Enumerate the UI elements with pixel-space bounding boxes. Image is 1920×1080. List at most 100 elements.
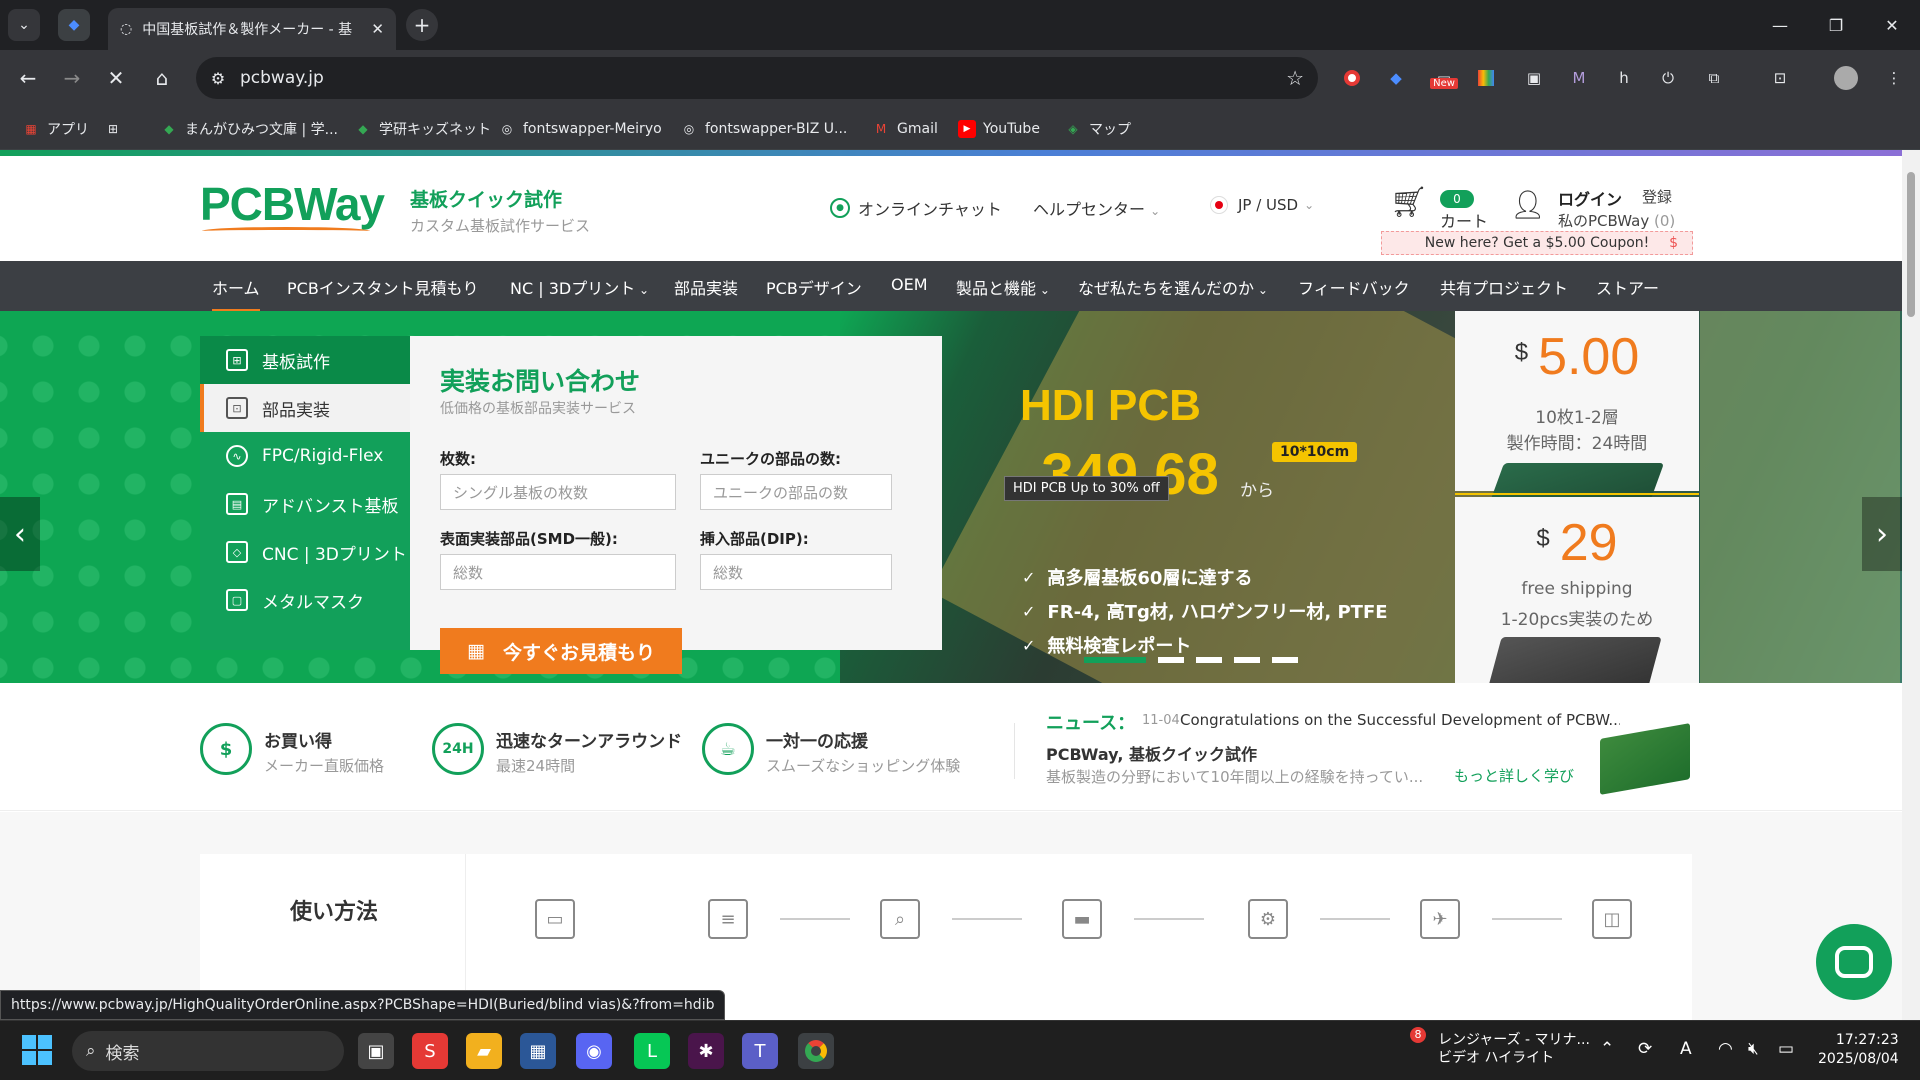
sync-icon[interactable]: ⟳ bbox=[1638, 1039, 1652, 1059]
bookmark-gmail[interactable]: M Gmail bbox=[872, 118, 938, 140]
teams-icon[interactable]: T bbox=[742, 1033, 778, 1069]
new-tab-button[interactable]: + bbox=[406, 9, 438, 41]
restore-icon[interactable]: ❐ bbox=[1808, 0, 1864, 50]
online-chat-link[interactable]: ● オンラインチャット bbox=[830, 196, 1002, 220]
color-extension-icon[interactable] bbox=[1472, 64, 1500, 92]
carousel-dot[interactable] bbox=[1234, 657, 1260, 663]
dip-input[interactable]: 総数 bbox=[700, 554, 892, 590]
nav-products-features[interactable]: 製品と機能 ⌄ bbox=[956, 275, 1050, 299]
close-tab-icon[interactable]: ✕ bbox=[371, 20, 384, 38]
carousel-dot[interactable] bbox=[1272, 657, 1298, 663]
tray-chevron-up-icon[interactable]: ⌃ bbox=[1600, 1039, 1614, 1059]
live-chat-button[interactable] bbox=[1816, 924, 1892, 1000]
back-arrow-icon[interactable]: ← bbox=[12, 62, 44, 94]
stop-loading-icon[interactable]: ✕ bbox=[100, 62, 132, 94]
pcbway-logo[interactable]: PCBWay bbox=[200, 177, 385, 231]
bookmark-fontswapper-meiryo[interactable]: ◎ fontswapper-Meiryo bbox=[498, 118, 662, 140]
user-icon[interactable]: 👤︎ bbox=[1510, 188, 1546, 224]
scrollbar-thumb[interactable] bbox=[1907, 172, 1915, 317]
news-headline-link[interactable]: Congratulations on the Successful Develo… bbox=[1180, 711, 1620, 729]
h-extension-icon[interactable]: h bbox=[1610, 64, 1638, 92]
help-center-dropdown[interactable]: ヘルプセンター ⌄ bbox=[1033, 196, 1160, 220]
carousel-dot[interactable] bbox=[1158, 657, 1184, 663]
page-scrollbar[interactable] bbox=[1902, 150, 1920, 1020]
nav-why-us[interactable]: なぜ私たちを選んだのか ⌄ bbox=[1078, 275, 1268, 299]
side-menu-stencil[interactable]: ▢ メタルマスク bbox=[200, 576, 410, 624]
coupon-banner[interactable]: New here? Get a $5.00 Coupon! $ bbox=[1381, 231, 1693, 255]
tab-manager-extension-icon[interactable]: ▣ bbox=[1520, 64, 1548, 92]
nav-oem[interactable]: OEM bbox=[891, 275, 928, 294]
record-extension-icon[interactable] bbox=[1338, 64, 1366, 92]
menu-kebab-icon[interactable]: ⋮ bbox=[1880, 64, 1908, 92]
nav-instant-quote[interactable]: PCBインスタント見積もり bbox=[287, 275, 478, 299]
windows-start-icon[interactable] bbox=[22, 1035, 52, 1065]
carousel-dot[interactable] bbox=[1196, 657, 1222, 663]
battery-icon[interactable]: ▭ bbox=[1778, 1039, 1794, 1059]
promo-card-assembly[interactable]: $29 free shipping 1-20pcs実装のため bbox=[1455, 497, 1699, 683]
my-pcbway-link[interactable]: 私のPCBWay (0) bbox=[1558, 210, 1675, 231]
minimize-icon[interactable]: — bbox=[1752, 0, 1808, 50]
bookmark-fontswapper-biz[interactable]: ◎ fontswapper-BIZ U... bbox=[680, 118, 848, 140]
carousel-prev-arrow-icon[interactable]: ‹ bbox=[0, 497, 40, 571]
side-menu-assembly[interactable]: ⊡ 部品実装 bbox=[200, 384, 410, 432]
bookmark-maps[interactable]: ◈ マップ bbox=[1064, 118, 1131, 140]
file-explorer-icon[interactable]: ▰ bbox=[466, 1033, 502, 1069]
bookmark-youtube[interactable]: ▶ YouTube bbox=[958, 118, 1040, 140]
cart-icon[interactable]: 🛒︎ bbox=[1390, 185, 1430, 225]
register-link[interactable]: 登録 bbox=[1642, 186, 1672, 207]
home-icon[interactable]: ⌂ bbox=[146, 62, 178, 94]
nav-home[interactable]: ホーム bbox=[212, 275, 260, 313]
smd-input[interactable]: 総数 bbox=[440, 554, 676, 590]
side-menu-fpc[interactable]: ∿ FPC/Rigid-Flex bbox=[200, 432, 410, 480]
slack-icon[interactable]: ✱ bbox=[688, 1033, 724, 1069]
diamond-extension-icon[interactable]: ◆ bbox=[1382, 64, 1410, 92]
bookmark-apps[interactable]: ▦ アプリ bbox=[22, 118, 89, 140]
address-bar[interactable]: ⚙ pcbway.jp ☆ bbox=[196, 57, 1318, 99]
forward-arrow-icon[interactable]: → bbox=[56, 62, 88, 94]
nav-pcb-design[interactable]: PCBデザイン bbox=[766, 275, 862, 299]
bookmark-tab-groups[interactable]: ⊞ bbox=[104, 118, 129, 140]
profile-avatar[interactable] bbox=[1832, 64, 1860, 92]
site-info-icon[interactable]: ⚙ bbox=[200, 60, 236, 96]
power-extension-icon[interactable]: ⏻ bbox=[1654, 64, 1682, 92]
promo-card-pcb[interactable]: $5.00 10枚1-2層 製作時間：24時間 bbox=[1455, 311, 1699, 513]
puzzle-extensions-icon[interactable]: ⧉ bbox=[1700, 64, 1728, 92]
wifi-icon[interactable]: ◠ bbox=[1718, 1039, 1733, 1059]
side-menu-cnc[interactable]: ◇ CNC | 3Dプリント bbox=[200, 528, 410, 576]
tab-search-chevron-icon[interactable]: ⌄ bbox=[8, 9, 40, 41]
bookmark-star-icon[interactable]: ☆ bbox=[1286, 66, 1304, 90]
learn-more-link[interactable]: もっと詳しく学び bbox=[1454, 765, 1574, 786]
side-menu-advanced-pcb[interactable]: ▤ アドバンスト基板 bbox=[200, 480, 410, 528]
nav-nc-3d-print[interactable]: NC | 3Dプリント ⌄ bbox=[510, 275, 649, 299]
bookmark-manga[interactable]: ◆ まんがひみつ文庫 | 学... bbox=[160, 118, 338, 140]
chrome-icon[interactable] bbox=[798, 1033, 834, 1069]
nav-shared-projects[interactable]: 共有プロジェクト bbox=[1440, 275, 1568, 299]
new-extension-icon[interactable]: New▭ bbox=[1426, 64, 1462, 92]
line-icon[interactable]: L bbox=[634, 1033, 670, 1069]
active-tab[interactable]: ◌ 中国基板試作＆製作メーカー - 基 ✕ bbox=[108, 8, 396, 50]
microsoft-store-icon[interactable]: ▦ bbox=[520, 1033, 556, 1069]
side-menu-pcb-prototype[interactable]: ⊞ 基板試作 bbox=[200, 336, 410, 384]
nav-assembly[interactable]: 部品実装 bbox=[674, 275, 738, 299]
cart-label[interactable]: カート bbox=[1440, 208, 1488, 232]
ime-indicator[interactable]: A bbox=[1680, 1039, 1692, 1059]
quote-now-button[interactable]: ▦ 今すぐお見積もり bbox=[440, 628, 682, 674]
app-red-s-icon[interactable]: S bbox=[412, 1033, 448, 1069]
taskbar-clock[interactable]: 17:27:23 2025/08/04 bbox=[1818, 1031, 1899, 1069]
language-currency-selector[interactable]: JP / USD ⌄ bbox=[1210, 196, 1314, 214]
volume-muted-icon[interactable]: 🔇︎ bbox=[1748, 1039, 1759, 1059]
unique-parts-input[interactable]: ユニークの部品の数 bbox=[700, 474, 892, 510]
bookmark-gakken-kids[interactable]: ◆ 学研キッズネット bbox=[354, 118, 491, 140]
screenshot-icon[interactable]: ⊡ bbox=[1766, 64, 1794, 92]
pinned-tab-diamond-icon[interactable]: ◆ bbox=[58, 9, 90, 41]
qty-input[interactable]: シングル基板の枚数 bbox=[440, 474, 676, 510]
carousel-next-arrow-icon[interactable]: › bbox=[1862, 497, 1902, 571]
carousel-dot-active[interactable] bbox=[1084, 657, 1146, 663]
discord-icon[interactable]: ◉ bbox=[576, 1033, 612, 1069]
nav-feedback[interactable]: フィードバック bbox=[1298, 275, 1410, 299]
task-view-icon[interactable]: ▣ bbox=[358, 1033, 394, 1069]
m-extension-icon[interactable]: M bbox=[1565, 64, 1593, 92]
close-window-icon[interactable]: ✕ bbox=[1864, 0, 1920, 50]
taskbar-search[interactable]: ⌕ 検索 bbox=[72, 1031, 344, 1071]
nav-store[interactable]: ストアー bbox=[1596, 275, 1659, 299]
